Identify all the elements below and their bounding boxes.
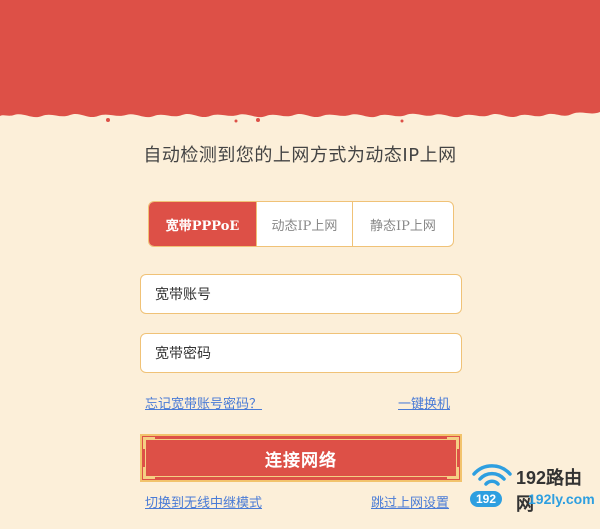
- connect-network-button[interactable]: 连接网络: [140, 434, 462, 482]
- tab-static-ip[interactable]: 静态IP上网: [352, 202, 453, 246]
- button-corner-ornament: [143, 437, 155, 449]
- broadband-password-input[interactable]: 宽带密码: [140, 333, 462, 373]
- connection-type-tabs: 宽带PPPoE 动态IP上网 静态IP上网: [148, 201, 454, 247]
- connect-button-label: 连接网络: [265, 450, 337, 471]
- tab-dynamic-ip[interactable]: 动态IP上网: [256, 202, 352, 246]
- forgot-credentials-link[interactable]: 忘记宽带账号密码？: [145, 393, 262, 412]
- tab-pppoe[interactable]: 宽带PPPoE: [149, 202, 256, 246]
- broadband-account-input[interactable]: 宽带账号: [140, 274, 462, 314]
- watermark-domain: 192ly.com: [528, 491, 595, 507]
- site-watermark: 192路由网 192 192ly.com: [466, 458, 596, 522]
- top-banner: [0, 0, 600, 135]
- button-corner-ornament: [447, 437, 459, 449]
- watermark-pill: 192: [470, 491, 503, 507]
- skip-setup-link[interactable]: 跳过上网设置: [371, 492, 449, 511]
- button-corner-ornament: [143, 467, 155, 479]
- button-corner-ornament: [447, 467, 459, 479]
- wifi-icon: [472, 464, 512, 486]
- watermark-brand: 192路由网: [516, 468, 583, 514]
- detection-headline: 自动检测到您的上网方式为动态IP上网: [143, 145, 457, 166]
- switch-repeater-mode-link[interactable]: 切换到无线中继模式: [145, 492, 262, 511]
- one-key-replace-link[interactable]: 一键换机: [398, 393, 450, 412]
